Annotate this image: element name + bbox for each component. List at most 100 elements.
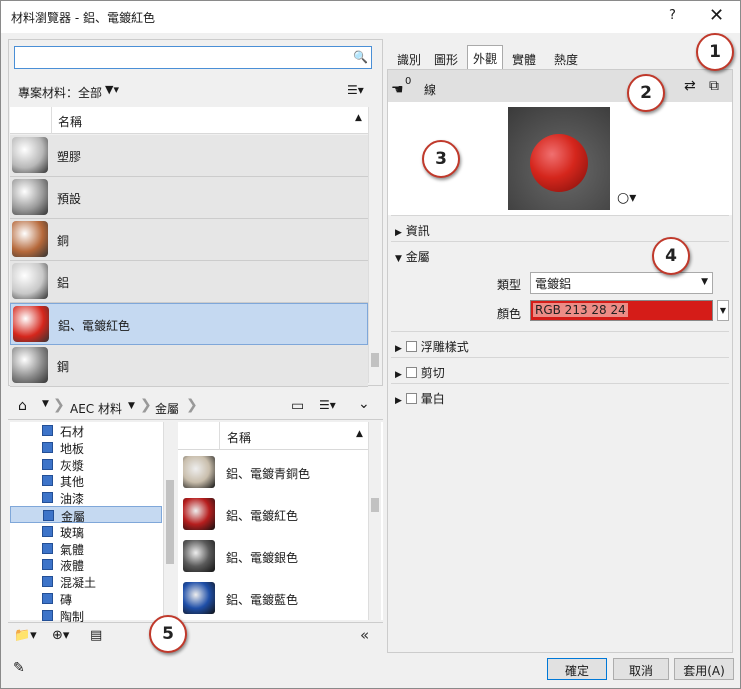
- column-name[interactable]: 名稱: [58, 113, 82, 130]
- usage-count: 0: [405, 76, 412, 87]
- tab-2[interactable]: 外觀: [467, 45, 503, 70]
- preview-options-icon[interactable]: ○▾: [617, 190, 636, 206]
- apply-button[interactable]: 套用(A): [674, 658, 734, 680]
- project-list-scrollbar[interactable]: [368, 107, 381, 383]
- project-material-item[interactable]: 鋁、電鍍紅色: [10, 303, 368, 345]
- tree-item-label: 混凝土: [60, 576, 97, 591]
- sort-asc-icon[interactable]: ▲: [355, 113, 362, 123]
- relief-checkbox[interactable]: [405, 341, 417, 352]
- filter-icon[interactable]: ▼▾: [105, 83, 119, 96]
- library-material-item[interactable]: 鋁、電鍍銀色: [178, 535, 368, 577]
- library-material-item[interactable]: 鋁、電鍍青銅色: [178, 451, 368, 493]
- library-bottom-toolbar: 📁▾ ⊕▾ ▤ «: [8, 622, 383, 650]
- project-material-item[interactable]: 鋼: [10, 345, 368, 387]
- section-metal-label: 金屬: [405, 250, 430, 264]
- project-material-item[interactable]: 銅: [10, 219, 368, 261]
- library-toolbar: ⌂ ▼ ❯ AEC 材料 ▼ ❯ 金屬 ❯ ▭ ☰▾ ⌄: [8, 394, 383, 420]
- search-icon[interactable]: 🔍: [353, 50, 368, 64]
- breadcrumb-root[interactable]: AEC 材料: [70, 400, 122, 417]
- material-thumbnail: [12, 263, 48, 299]
- library-material-item[interactable]: 鋁、電鍍藍色: [178, 577, 368, 619]
- tree-item-label: 灰漿: [60, 458, 85, 473]
- duplicate-asset-icon[interactable]: ⧉: [709, 78, 719, 94]
- tab-4[interactable]: 熱度: [548, 47, 584, 69]
- project-material-item[interactable]: 塑膠: [10, 135, 368, 177]
- folder-icon: [42, 576, 53, 588]
- panel-toggle-icon[interactable]: ▭: [291, 398, 304, 414]
- material-label: 鋼: [57, 360, 70, 374]
- breadcrumb-current[interactable]: 金屬: [155, 400, 179, 417]
- folder-icon: [42, 492, 53, 504]
- home-icon[interactable]: ⌂: [18, 398, 27, 414]
- collapse-icon[interactable]: ⌄: [358, 396, 370, 412]
- tree-item-label: 氣體: [60, 542, 85, 557]
- tree-item[interactable]: 氣體: [10, 540, 162, 557]
- tree-item[interactable]: 其他: [10, 472, 162, 489]
- material-thumbnail: [12, 179, 48, 215]
- chevron-down-icon[interactable]: ▼: [42, 399, 49, 409]
- cutout-checkbox[interactable]: [405, 367, 417, 378]
- folder-icon: [42, 609, 53, 621]
- section-metal[interactable]: ▼ 金屬: [395, 248, 430, 265]
- tree-item[interactable]: 灰漿: [10, 456, 162, 473]
- color-label: 顏色: [497, 307, 522, 321]
- section-cutout[interactable]: ▶ 剪切: [395, 364, 445, 381]
- sort-asc-icon-2[interactable]: ▲: [356, 429, 363, 439]
- list-view-icon-2[interactable]: ☰▾: [319, 398, 336, 412]
- material-thumbnail: [183, 498, 215, 530]
- tint-checkbox[interactable]: [405, 393, 417, 404]
- color-dropdown-button[interactable]: ▼: [717, 300, 729, 321]
- folder-icon: [42, 425, 53, 436]
- type-value: 電鍍鋁: [535, 277, 572, 291]
- callout-3: 3: [422, 140, 460, 178]
- material-thumbnail: [12, 221, 48, 257]
- window-title: 材料瀏覽器 - 鋁、電鍍紅色: [11, 11, 155, 25]
- search-input[interactable]: 🔍: [14, 46, 372, 69]
- list-view-icon[interactable]: ☰▾: [347, 83, 364, 97]
- tree-item[interactable]: 混凝土: [10, 573, 162, 590]
- folder-icon: [42, 441, 53, 453]
- section-info[interactable]: ▶ 資訊: [395, 222, 430, 239]
- preview-sphere: [530, 134, 588, 192]
- tab-0[interactable]: 識別: [393, 47, 425, 69]
- cancel-button[interactable]: 取消: [613, 658, 669, 680]
- project-material-item[interactable]: 預設: [10, 177, 368, 219]
- section-tint[interactable]: ▶ 暈白: [395, 390, 445, 407]
- tab-1[interactable]: 圖形: [428, 47, 464, 69]
- color-swatch[interactable]: RGB 213 28 24: [530, 300, 713, 321]
- add-material-icon[interactable]: ⊕▾: [52, 628, 69, 643]
- tree-scrollbar[interactable]: [163, 422, 176, 620]
- tree-item[interactable]: 磚: [10, 590, 162, 607]
- library-material-label: 鋁、電鍍銀色: [226, 551, 299, 565]
- material-thumbnail: [12, 347, 48, 383]
- edit-icon[interactable]: ✎: [13, 660, 25, 676]
- tree-item[interactable]: 石材: [10, 422, 162, 439]
- library-scrollbar[interactable]: [368, 422, 381, 620]
- ok-button[interactable]: 確定: [547, 658, 607, 680]
- folder-icon: [43, 510, 54, 521]
- asset-browser-icon[interactable]: ▤: [90, 628, 102, 643]
- type-select[interactable]: 電鍍鋁 ▼: [530, 272, 713, 294]
- callout-2: 2: [627, 74, 665, 112]
- replace-asset-icon[interactable]: ⇄: [684, 78, 696, 94]
- material-thumbnail: [183, 540, 215, 572]
- folder-icon: [42, 542, 53, 554]
- library-column-name[interactable]: 名稱: [227, 429, 251, 446]
- section-relief-label: 浮雕樣式: [420, 340, 469, 354]
- create-library-icon[interactable]: 📁▾: [14, 628, 37, 643]
- project-material-item[interactable]: 鋁: [10, 261, 368, 303]
- help-button[interactable]: ?: [669, 8, 676, 23]
- section-relief[interactable]: ▶ 浮雕樣式: [395, 338, 469, 355]
- tree-item[interactable]: 玻璃: [10, 523, 162, 540]
- tree-item[interactable]: 油漆: [10, 489, 162, 506]
- close-button[interactable]: ✕: [709, 5, 724, 26]
- material-preview: [508, 107, 610, 210]
- tree-item-label: 石材: [60, 425, 85, 439]
- tab-3[interactable]: 實體: [506, 47, 542, 69]
- tree-item[interactable]: 液體: [10, 556, 162, 573]
- collapse-left-icon[interactable]: «: [360, 626, 369, 644]
- tree-item[interactable]: 地板: [10, 439, 162, 456]
- callout-1: 1: [696, 33, 734, 71]
- library-material-item[interactable]: 鋁、電鍍紅色: [178, 493, 368, 535]
- tree-item[interactable]: 金屬: [10, 506, 162, 524]
